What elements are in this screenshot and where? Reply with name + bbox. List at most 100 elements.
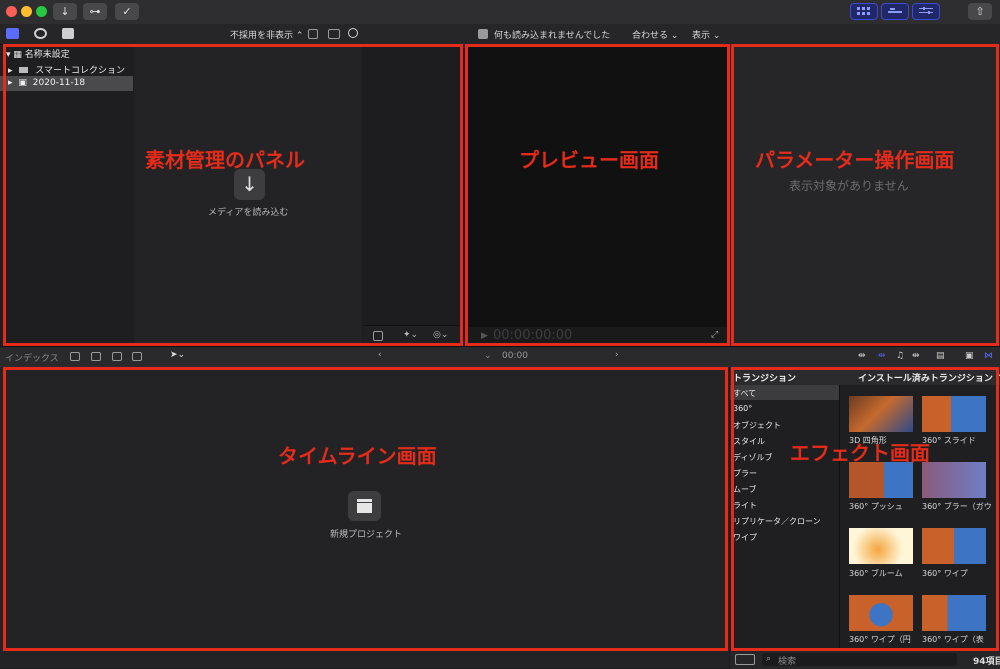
annotation-timeline: タイムライン画面 [278,444,437,468]
sidebar-item-library[interactable]: ▾ ▦ 名称未設定 [6,47,70,60]
transition-thumb[interactable] [849,595,913,631]
installed-transitions-menu[interactable]: インストール済みトランジション ⌃ [840,367,1000,385]
transition-thumb[interactable] [849,528,913,564]
category-all[interactable]: すべて [733,388,756,399]
import-media-button[interactable]: ↓ [234,169,265,200]
category-replicator[interactable]: リプリケータ／クローン [733,516,821,527]
snapping-icon[interactable]: ▤ [936,351,945,361]
library-sidebar: ▾ ▦ 名称未設定 ▸ スマートコレクション ▸ ▣ 2020-11-18 [0,45,133,345]
clip-appearance-icon[interactable] [373,331,383,341]
item-count: 94項目 [973,657,1000,667]
grid-icon: ▦ [13,50,22,60]
transition-thumb[interactable] [922,595,986,631]
show-browser-toggle[interactable] [850,3,878,20]
clapperboard-icon [357,499,372,513]
viewer-status-text: 何も読み込まれませんでした [494,31,611,41]
sidebar-item-label: 2020-11-18 [32,78,86,88]
annotation-effects: エフェクト画面 [790,441,930,465]
annotation-parameters: パラメーター操作画面 [755,148,955,172]
titles-generators-icon[interactable] [62,28,74,39]
category-blurs[interactable]: ブラー [733,468,757,479]
magic-wand-icon[interactable]: ✦⌄ [403,330,418,340]
secondary-toolbar: 不採用を非表示 ⌃ 何も読み込まれませんでした 合わせる ⌄ 表示 ⌄ [0,24,1000,45]
timeline-timecode: 00:00 [502,351,528,361]
show-timeline-toggle[interactable] [881,3,909,20]
viewer-panel: ▶ 00:00:00:00 ⤢ [465,45,729,345]
speed-icon[interactable]: ◎⌄ [433,330,448,340]
fit-zoom-menu[interactable]: 合わせる ⌄ [632,28,678,41]
timeline-panel: 新規プロジェクト [0,367,729,668]
new-project-button[interactable] [348,491,381,521]
sidebar-toggle-icon[interactable] [735,654,755,665]
category-movements[interactable]: ムーブ [733,484,757,495]
sidebar-item-event[interactable]: ▸ ▣ 2020-11-18 [0,76,133,91]
previous-icon[interactable]: ‹ [378,350,382,360]
new-project-label: 新規プロジェクト [330,530,403,540]
annotation-preview: プレビュー画面 [519,148,659,172]
skimming-icon[interactable]: ⇹ [858,351,866,361]
browser-panel: ↓ メディアを読み込む [134,45,362,345]
transition-label: 360° ワイプ [922,569,968,578]
next-icon[interactable]: › [615,350,619,360]
overwrite-clip-icon[interactable] [132,352,142,361]
download-icon: ↓ [60,5,70,18]
libraries-icon[interactable] [6,28,19,39]
hide-rejected-filter[interactable]: 不採用を非表示 ⌃ [230,28,303,41]
category-360[interactable]: 360° [733,404,752,413]
connect-clip-icon[interactable] [70,352,80,361]
view-menu[interactable]: 表示 ⌄ [692,28,720,41]
category-objects[interactable]: オブジェクト [733,420,781,431]
search-icon: ⌕ [766,654,772,664]
fullscreen-icon[interactable]: ⤢ [711,330,718,340]
photos-audio-icon[interactable] [34,28,47,39]
transition-label: 360° ブルーム [849,569,903,578]
play-icon[interactable]: ▶ [481,331,488,341]
transition-thumb[interactable] [922,396,986,432]
browser-bottom-bar: ✦⌄ ◎⌄ [363,325,463,346]
transition-label: 360° ブラー（ガウ [922,502,992,511]
event-star-icon: ▣ [18,78,27,88]
transition-thumb[interactable] [849,396,913,432]
keywords-button[interactable]: ⊶ [83,3,107,20]
category-lights[interactable]: ライト [733,500,757,511]
search-field[interactable]: ⌕ 検索 [762,653,957,667]
category-stylized[interactable]: スタイル [733,436,765,447]
headphones-icon[interactable]: ♫ [896,351,904,361]
zoom-window-button[interactable] [36,6,47,17]
disclosure-right-icon: ▸ [8,78,13,88]
share-button[interactable]: ⇧ [968,3,992,20]
audio-skimming-icon[interactable]: ⇹ [878,351,886,361]
effects-browser-icon[interactable]: ⋈ [984,351,993,361]
viewer-status-icon [478,29,488,39]
insert-clip-icon[interactable] [91,352,101,361]
timecode-dropdown-icon[interactable]: ⌄ [484,351,492,361]
clip-appearance-icon[interactable]: ▣ [965,351,974,361]
show-inspector-toggle[interactable] [912,3,940,20]
minimize-window-button[interactable] [21,6,32,17]
arrow-tool-icon[interactable]: ➤⌄ [170,350,185,360]
folder-icon [19,67,29,73]
append-clip-icon[interactable] [112,352,122,361]
transition-thumb[interactable] [922,462,986,498]
category-dissolves[interactable]: ディゾルブ [733,452,772,463]
search-icon[interactable] [348,28,358,38]
divider [839,385,840,655]
transition-label: 360° プッシュ [849,502,903,511]
download-icon: ↓ [241,172,258,196]
annotation-browser-panel: 素材管理のパネル [145,148,305,172]
close-window-button[interactable] [6,6,17,17]
category-wipes[interactable]: ワイプ [733,532,757,543]
index-button[interactable]: インデックス [5,351,59,364]
search-placeholder: 検索 [778,657,797,667]
transition-label: 360° ワイプ（円 [849,635,911,644]
effects-bottom-bar: ⌕ 検索 94項目 [730,650,1000,669]
transition-thumb[interactable] [849,462,913,498]
background-tasks-button[interactable]: ✓ [115,3,139,20]
sidebar-item-smart-collections[interactable]: ▸ スマートコレクション [8,63,125,76]
clip-appearance-icon[interactable] [308,29,318,39]
solo-icon[interactable]: ⇹ [912,351,920,361]
filmstrip-icon[interactable] [328,29,340,39]
installed-menu-label: インストール済みトランジション ⌃ [858,374,1000,384]
transition-thumb[interactable] [922,528,986,564]
import-media-button[interactable]: ↓ [53,3,77,20]
